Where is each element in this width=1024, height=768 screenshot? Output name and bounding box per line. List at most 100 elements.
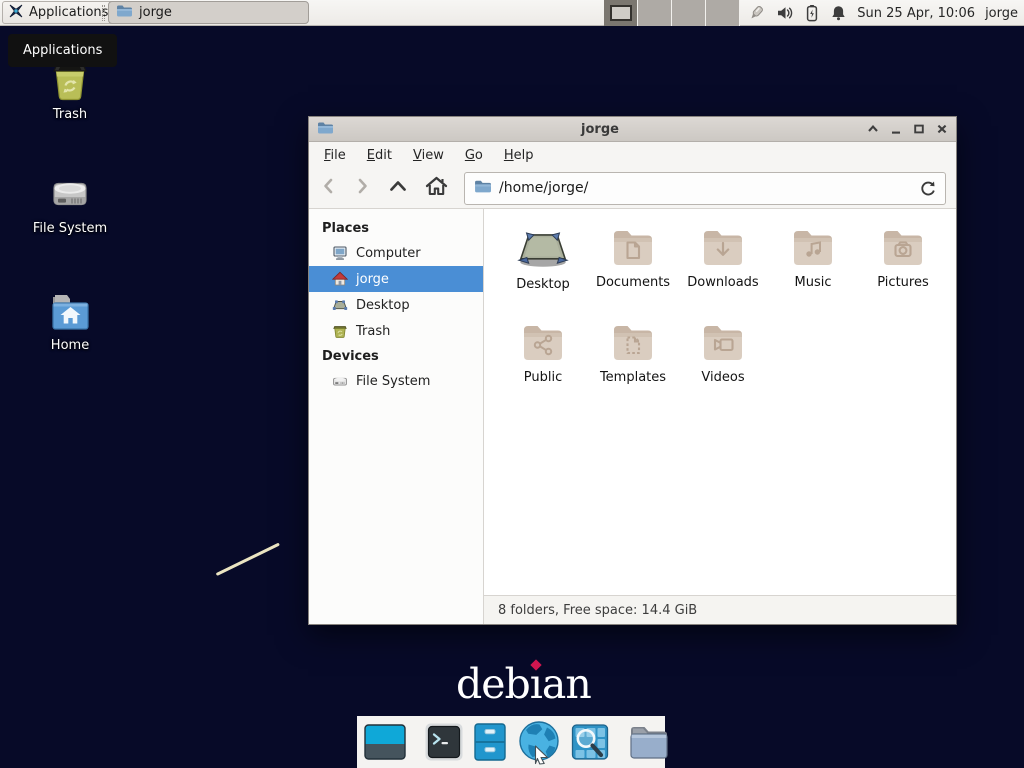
folder-desktop[interactable]: Desktop [498, 222, 588, 317]
folder-label: Videos [678, 370, 768, 385]
show-desktop-button[interactable] [364, 722, 406, 762]
folder-pictures[interactable]: Pictures [858, 222, 948, 317]
folder-downloads[interactable]: Downloads [678, 222, 768, 317]
sidebar-item-label: jorge [356, 272, 389, 287]
minimize-button[interactable] [890, 123, 902, 135]
sidebar-item-desktop[interactable]: Desktop [309, 292, 483, 318]
documents-folder-icon [609, 223, 657, 271]
folder-launcher[interactable] [627, 722, 671, 762]
folder-label: Desktop [498, 277, 588, 292]
notifications-bell-icon[interactable] [830, 4, 847, 22]
volume-icon[interactable] [776, 4, 794, 22]
statusbar: 8 folders, Free space: 14.4 GiB [484, 595, 956, 624]
videos-folder-icon [699, 318, 747, 366]
desktop-icon-label: Home [10, 338, 130, 353]
shade-button[interactable] [867, 123, 879, 135]
home-button[interactable] [424, 175, 449, 201]
applications-menu-button[interactable]: Applications [2, 1, 118, 24]
application-finder-launcher[interactable] [571, 722, 609, 762]
close-button[interactable] [936, 123, 948, 135]
file-view[interactable]: Desktop Documents Downloads Musi [484, 209, 956, 595]
screen-artifact-line [216, 543, 280, 576]
hard-drive-icon [10, 170, 130, 218]
up-button[interactable] [387, 176, 409, 200]
menu-view[interactable]: View [413, 148, 444, 163]
toolbar: /home/jorge/ [309, 168, 956, 209]
folder-videos[interactable]: Videos [678, 317, 768, 412]
top-panel: Applications jorge [0, 0, 1024, 26]
folder-public[interactable]: Public [498, 317, 588, 412]
sidebar-item-label: Desktop [356, 298, 410, 313]
window-title: jorge [333, 122, 867, 137]
folder-label: Templates [588, 370, 678, 385]
back-button[interactable] [319, 176, 338, 200]
window-controls [867, 123, 948, 135]
terminal-launcher[interactable] [424, 722, 464, 762]
pictures-folder-icon [879, 223, 927, 271]
debian-logo-text: deb [456, 660, 530, 708]
tasklist-grip[interactable] [102, 5, 105, 21]
applications-menu-label: Applications [29, 5, 108, 20]
folder-label: Pictures [858, 275, 948, 290]
reload-button[interactable] [919, 180, 936, 197]
public-folder-icon [519, 318, 567, 366]
desktop-icon-file-system[interactable]: File System [10, 170, 130, 236]
forward-button[interactable] [353, 176, 372, 200]
clock[interactable]: Sun 25 Apr, 10:06 [857, 6, 975, 21]
desktop-icon-label: Trash [10, 107, 130, 122]
taskbar-window-label: jorge [139, 5, 172, 20]
location-path[interactable]: /home/jorge/ [499, 180, 588, 196]
taskbar-window-button[interactable]: jorge [108, 1, 309, 24]
desktop: Applications jorge [0, 0, 1024, 768]
menubar: File Edit View Go Help [309, 142, 956, 168]
desktop-pad-icon [514, 223, 572, 273]
devices-header: Devices [309, 344, 483, 368]
file-manager-launcher[interactable] [473, 722, 507, 762]
input-device-icon[interactable] [747, 4, 766, 23]
folder-icon [116, 3, 132, 22]
file-manager-window: jorge File Edit View Go Help [308, 116, 957, 625]
computer-icon [332, 245, 348, 261]
window-icon-folder [317, 120, 333, 139]
xfce-applications-icon [8, 3, 24, 23]
maximize-button[interactable] [913, 123, 925, 135]
session-user[interactable]: jorge [985, 6, 1018, 21]
sidebar-item-computer[interactable]: Computer [309, 240, 483, 266]
sidebar-item-trash[interactable]: Trash [309, 318, 483, 344]
home-folder-icon [10, 291, 130, 335]
battery-icon[interactable] [804, 4, 820, 22]
sidebar-item-label: Trash [356, 324, 390, 339]
side-pane: Places Computer jorge Desktop Trash [309, 209, 484, 624]
workspace-window-preview [610, 5, 632, 21]
debian-logo-text: an [542, 660, 591, 708]
system-tray: Sun 25 Apr, 10:06 jorge [747, 0, 1024, 26]
dock-panel [357, 716, 665, 768]
workspace-3[interactable] [672, 0, 706, 26]
sidebar-item-label: File System [356, 374, 430, 389]
web-browser-launcher[interactable] [516, 719, 562, 765]
window-titlebar[interactable]: jorge [309, 117, 956, 142]
folder-grid: Desktop Documents Downloads Musi [498, 222, 956, 412]
folder-templates[interactable]: Templates [588, 317, 678, 412]
menu-help[interactable]: Help [504, 148, 534, 163]
folder-documents[interactable]: Documents [588, 222, 678, 317]
desktop-icon-label: File System [10, 221, 130, 236]
menu-file[interactable]: File [324, 148, 346, 163]
downloads-folder-icon [699, 223, 747, 271]
places-header: Places [309, 216, 483, 240]
debian-wallpaper-logo: debıan [456, 660, 591, 708]
location-bar[interactable]: /home/jorge/ [464, 172, 946, 205]
folder-music[interactable]: Music [768, 222, 858, 317]
sidebar-item-file-system[interactable]: File System [309, 368, 483, 394]
menu-edit[interactable]: Edit [367, 148, 392, 163]
content-column: Desktop Documents Downloads Musi [484, 209, 956, 624]
workspace-1[interactable] [604, 0, 638, 26]
workspace-switcher[interactable] [604, 0, 740, 26]
workspace-2[interactable] [638, 0, 672, 26]
music-folder-icon [789, 223, 837, 271]
workspace-4[interactable] [706, 0, 740, 26]
status-text: 8 folders, Free space: 14.4 GiB [498, 603, 697, 618]
sidebar-item-jorge[interactable]: jorge [309, 266, 483, 292]
desktop-icon-home[interactable]: Home [10, 291, 130, 353]
menu-go[interactable]: Go [465, 148, 483, 163]
